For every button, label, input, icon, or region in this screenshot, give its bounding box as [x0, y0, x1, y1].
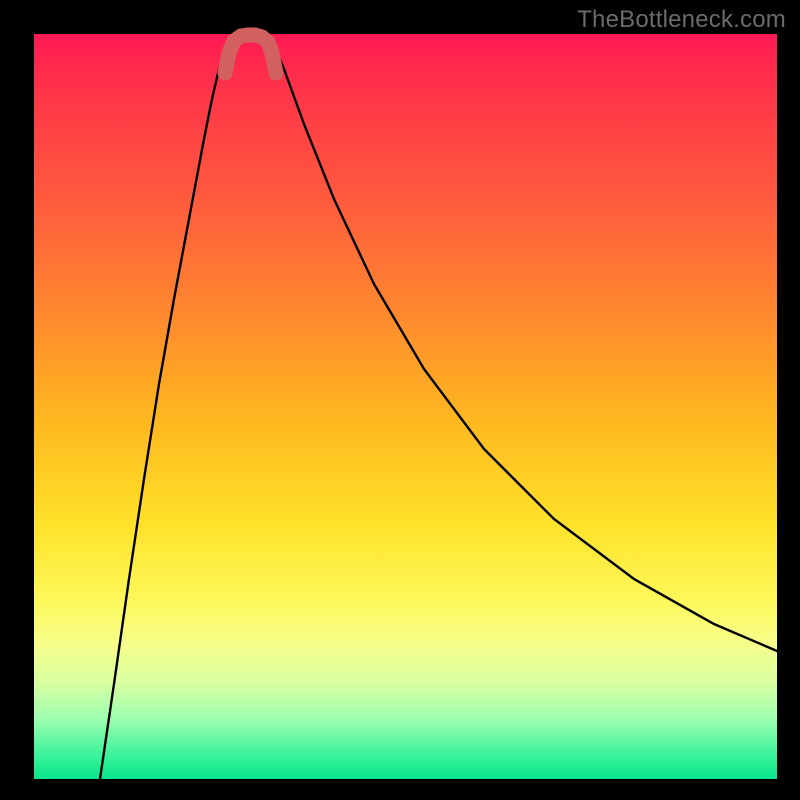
bottleneck-curve: [34, 34, 777, 779]
chart-frame: [34, 34, 777, 779]
curve-left-branch: [100, 39, 229, 779]
curve-right-branch: [272, 41, 777, 651]
valley-highlight: [225, 35, 276, 73]
watermark-text: TheBottleneck.com: [577, 6, 786, 34]
